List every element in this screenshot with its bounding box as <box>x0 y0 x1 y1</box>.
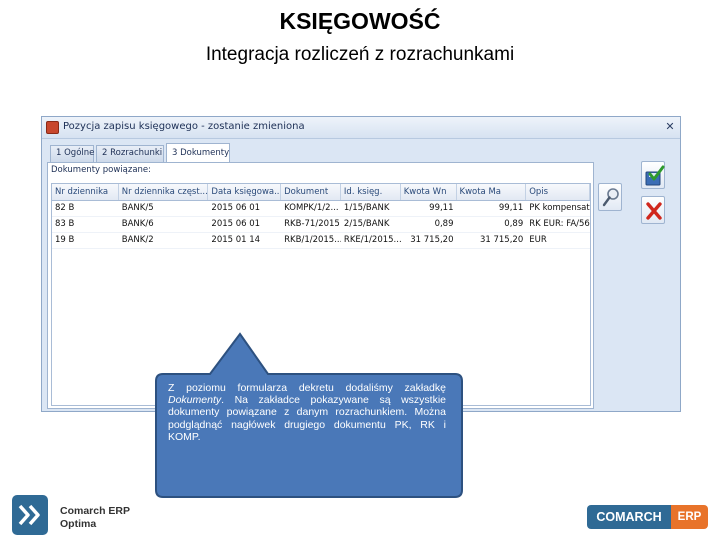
table-row[interactable]: 82 B BANK/5 2015 06 01 KOMPK/1/2... 1/15… <box>52 201 590 217</box>
comarch-erp-logo: COMARCH ERP <box>587 505 708 529</box>
slide-subtitle: Integracja rozliczeń z rozrachunkami <box>205 44 515 65</box>
tab-rozrachunki[interactable]: 2 Rozrachunki <box>96 145 164 162</box>
table-row[interactable]: 19 B BANK/2 2015 01 14 RKB/1/2015... RKE… <box>52 233 590 249</box>
cell-opis: EUR <box>529 235 547 245</box>
column-header-nr-dziennika[interactable]: Nr dziennika <box>52 184 119 200</box>
cell-dokument: RKB-71/2015 <box>284 219 340 229</box>
cell-nr-dziennika-czastkowego: BANK/5 <box>121 203 154 213</box>
cell-data-ksiegowania: 2015 06 01 <box>211 219 261 229</box>
logo-text-comarch-erp: Comarch ERP <box>60 505 131 517</box>
tab-dokumenty[interactable]: 3 Dokumenty <box>166 143 230 162</box>
cell-opis: RK EUR: FA/567/... <box>529 219 590 229</box>
column-header-kwota-wn[interactable]: Kwota Wn <box>401 184 457 200</box>
panel-label: Dokumenty powiązane: <box>51 165 152 175</box>
cell-dokument: RKB/1/2015... <box>284 235 341 245</box>
grid-header: Nr dziennika Nr dziennika częst... Data … <box>52 184 590 201</box>
cell-kwota-ma: 0,89 <box>504 219 524 229</box>
cell-kwota-ma: 31 715,20 <box>479 235 524 245</box>
preview-button[interactable] <box>598 183 622 211</box>
cell-nr-dziennika: 82 B <box>55 203 75 213</box>
save-check-icon <box>645 165 665 186</box>
column-header-dokument[interactable]: Dokument <box>281 184 341 200</box>
documents-grid: Nr dziennika Nr dziennika częst... Data … <box>51 183 591 406</box>
document-icon <box>46 121 59 134</box>
slide-title: KSIĘGOWOŚĆ <box>279 8 441 34</box>
column-header-kwota-ma[interactable]: Kwota Ma <box>457 184 527 200</box>
cell-nr-dziennika-czastkowego: BANK/2 <box>121 235 154 245</box>
cell-data-ksiegowania: 2015 01 14 <box>211 235 261 245</box>
table-row[interactable]: 83 B BANK/6 2015 06 01 RKB-71/2015 2/15/… <box>52 217 590 233</box>
logo-erp-text: ERP <box>671 505 708 529</box>
window-titlebar[interactable]: Pozycja zapisu księgowego - zostanie zmi… <box>42 117 680 139</box>
cancel-x-icon <box>646 202 662 220</box>
cell-nr-dziennika: 83 B <box>55 219 75 229</box>
cancel-button[interactable] <box>641 196 665 224</box>
cell-nr-dziennika-czastkowego: BANK/6 <box>121 219 154 229</box>
tab-ogolne[interactable]: 1 Ogólne <box>50 145 94 162</box>
callout-text-emphasis: Dokumenty <box>168 394 222 407</box>
save-button[interactable] <box>641 161 665 189</box>
magnifier-icon <box>602 188 619 207</box>
dialog-window: Pozycja zapisu księgowego - zostanie zmi… <box>41 116 681 412</box>
column-header-opis[interactable]: Opis <box>526 184 590 200</box>
close-icon[interactable]: ✕ <box>663 119 677 135</box>
cell-opis: PK kompensaty: ... <box>529 203 590 213</box>
column-header-nr-dziennika-czastkowego[interactable]: Nr dziennika częst... <box>119 184 209 200</box>
logo-text-optima: Optima <box>60 518 97 530</box>
column-header-data-ksiegowania[interactable]: Data księgowa... <box>208 184 282 200</box>
cell-nr-dziennika: 19 B <box>55 235 75 245</box>
dokumenty-panel: Dokumenty powiązane: Nr dziennika Nr dzi… <box>47 162 594 409</box>
cell-id-ksieg: RKE/1/2015... <box>343 235 401 245</box>
window-title: Pozycja zapisu księgowego - zostanie zmi… <box>63 121 305 132</box>
callout-text-part1: Z poziomu formularza dekretu dodaliśmy z… <box>168 382 446 394</box>
cell-kwota-wn: 0,89 <box>434 219 454 229</box>
cell-kwota-wn: 31 715,20 <box>410 235 454 245</box>
callout-text: Z poziomu formularza dekretu dodaliśmy z… <box>168 382 446 443</box>
column-header-id-ksieg[interactable]: Id. księg. <box>341 184 401 200</box>
cell-id-ksieg: 1/15/BANK <box>343 203 390 213</box>
cell-kwota-ma: 99,11 <box>498 203 524 213</box>
cell-kwota-wn: 99,11 <box>429 203 454 213</box>
logo-comarch-text: COMARCH <box>587 505 671 529</box>
cell-dokument: KOMPK/1/2... <box>284 203 339 213</box>
cell-data-ksiegowania: 2015 06 01 <box>211 203 261 213</box>
cell-id-ksieg: 2/15/BANK <box>343 219 390 229</box>
comarch-erp-optima-logo <box>12 495 48 535</box>
